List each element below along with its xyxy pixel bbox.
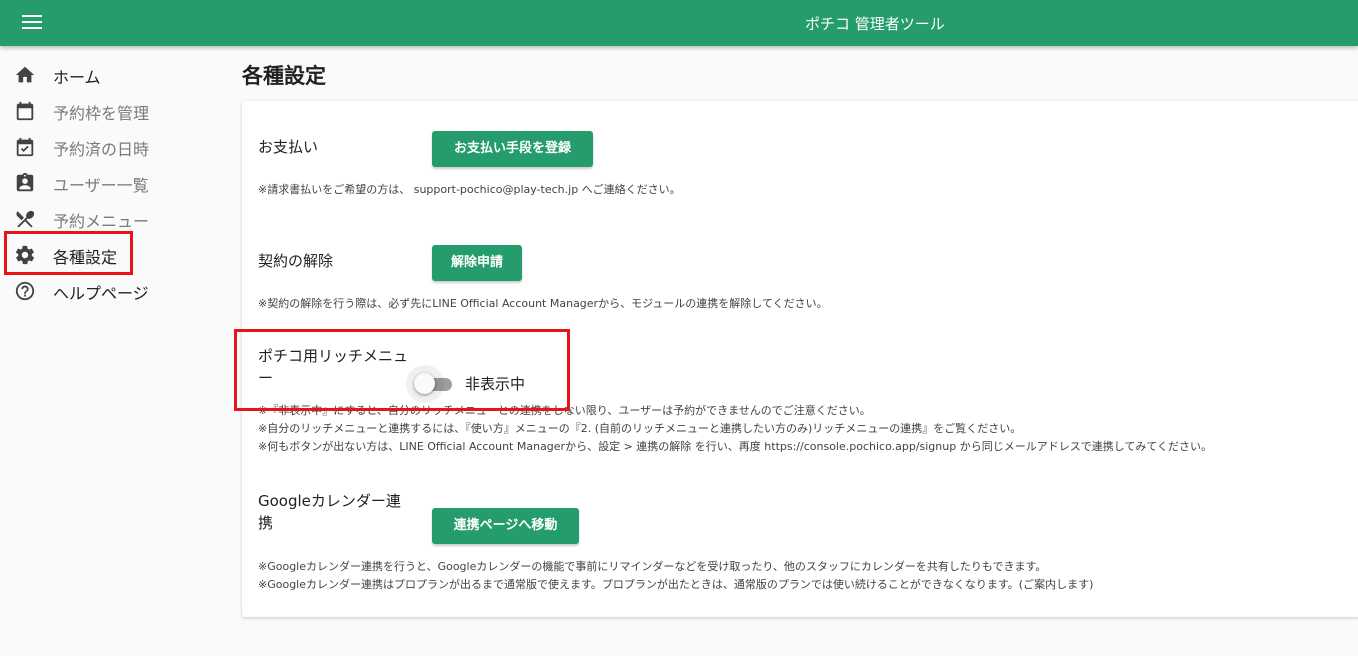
calendar-icon [16, 101, 34, 121]
richmenu-note-3: ※何もボタンが出ない方は、LINE Official Account Manag… [258, 440, 1213, 453]
sidebar-item-reservation-slots[interactable]: 予約枠を管理 [0, 92, 190, 128]
sidebar-item-booked-dates[interactable]: 予約済の日時 [0, 128, 190, 164]
sidebar-item-help[interactable]: ヘルプページ [0, 272, 190, 308]
help-circle-icon [15, 281, 35, 301]
hamburger-menu-icon[interactable] [22, 15, 42, 31]
sidebar-item-label: 予約枠を管理 [53, 104, 150, 123]
highlight-box-richmenu [234, 329, 570, 411]
google-calendar-label-line1: Googleカレンダー連 [258, 492, 401, 510]
register-payment-button[interactable]: お支払い手段を登録 [432, 131, 593, 167]
google-note-2: ※Googleカレンダー連携はプロプランが出るまで通常版で使えます。プロプランが… [258, 578, 1094, 591]
payment-label: お支払い [258, 138, 319, 156]
app-header: ポチコ 管理者ツール [0, 0, 1358, 46]
cancel-note: ※契約の解除を行う際は、必ず先にLINE Official Account Ma… [258, 297, 828, 310]
go-to-link-page-button[interactable]: 連携ページへ移動 [432, 508, 579, 544]
highlight-box-settings [4, 231, 133, 275]
sidebar-item-label: 予約済の日時 [53, 140, 150, 159]
google-note-1: ※Googleカレンダー連携を行うと、Googleカレンダーの機能で事前にリマイ… [258, 560, 1047, 573]
google-calendar-label: Googleカレンダー連 携 [258, 490, 401, 534]
utensils-icon [16, 210, 35, 228]
home-icon [15, 66, 35, 83]
richmenu-note-2: ※自分のリッチメニューと連携するには、『使い方』メニューの『2. (自前のリッチ… [258, 422, 1022, 435]
clipboard-user-icon [16, 172, 34, 192]
payment-note: ※請求書払いをご希望の方は、 support-pochico@play-tech… [258, 183, 681, 196]
app-title: ポチコ 管理者ツール [805, 15, 945, 33]
cancel-contract-label: 契約の解除 [258, 252, 334, 270]
cancel-request-button[interactable]: 解除申請 [432, 245, 522, 281]
page-title: 各種設定 [242, 64, 326, 88]
calendar-check-icon [16, 137, 34, 157]
sidebar-item-label: 予約メニュー [53, 212, 150, 231]
google-calendar-label-line2: 携 [258, 514, 274, 532]
sidebar-item-label: ユーザー一覧 [53, 176, 149, 195]
sidebar-item-users[interactable]: ユーザー一覧 [0, 164, 190, 200]
sidebar-item-label: ホーム [53, 68, 101, 87]
sidebar-item-label: ヘルプページ [53, 284, 149, 303]
sidebar-item-home[interactable]: ホーム [0, 56, 190, 92]
